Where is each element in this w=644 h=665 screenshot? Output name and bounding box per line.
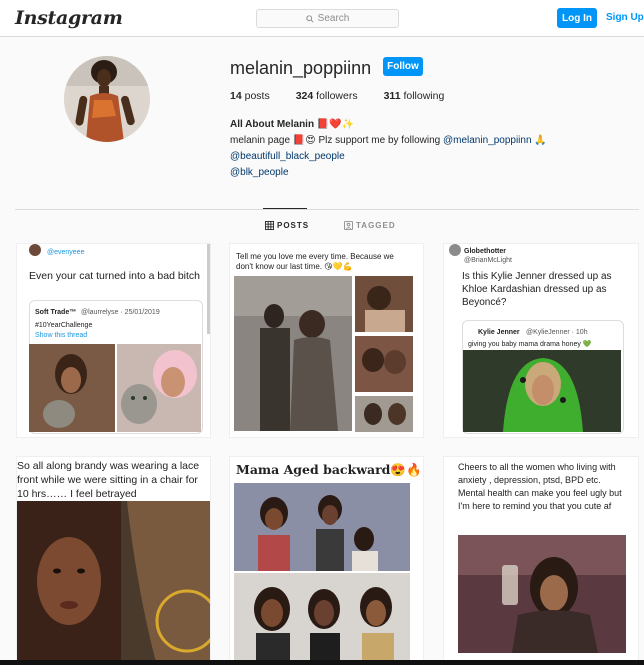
follow-button[interactable]: Follow xyxy=(383,57,423,76)
tag-icon xyxy=(344,221,353,230)
bio-line: melanin page 📕😍 Plz support me by follow… xyxy=(230,135,547,146)
profile-avatar xyxy=(64,56,150,142)
search-placeholder: Search xyxy=(317,13,350,24)
avatar xyxy=(29,244,41,256)
post-thumbnail[interactable]: Mama Aged backward😍🔥 xyxy=(229,456,424,665)
top-navigation-bar: Instagram Search Log In Sign Up xyxy=(0,0,644,37)
instagram-logo[interactable]: Instagram xyxy=(15,7,123,29)
photo xyxy=(234,483,410,571)
search-icon xyxy=(305,14,314,23)
tab-tagged[interactable]: TAGGED xyxy=(344,221,396,230)
login-button[interactable]: Log In xyxy=(557,8,597,28)
photo xyxy=(458,535,626,653)
following-count[interactable]: 311 following xyxy=(384,90,445,102)
active-tab-indicator xyxy=(263,208,307,209)
search-input[interactable]: Search xyxy=(256,9,399,28)
post-thumbnail[interactable]: Tell me you love me every time. Because … xyxy=(229,243,424,438)
bio-mention-link[interactable]: @melanin_poppiinn xyxy=(443,135,532,146)
photo xyxy=(234,573,410,664)
avatar xyxy=(449,244,461,256)
bio-mention-link[interactable]: @blk_people xyxy=(230,167,289,178)
profile-bio: All About Melanin 📕❤️✨ melanin page 📕😍 P… xyxy=(230,117,610,181)
tab-posts[interactable]: POSTS xyxy=(265,221,309,230)
photo xyxy=(355,396,413,432)
signup-link[interactable]: Sign Up xyxy=(606,12,644,23)
bottom-bar xyxy=(0,660,644,665)
bio-mention-link[interactable]: @beautifull_black_people xyxy=(230,151,345,162)
post-thumbnail[interactable]: So all along brandy was wearing a lace f… xyxy=(16,456,211,665)
bio-name: All About Melanin 📕❤️✨ xyxy=(230,119,355,130)
photo xyxy=(234,276,352,431)
photo xyxy=(355,336,413,392)
photo xyxy=(29,344,115,432)
post-thumbnail[interactable]: Globethotter @BrianMcLight Is this Kylie… xyxy=(443,243,639,438)
photo xyxy=(355,276,413,332)
followers-count[interactable]: 324 followers xyxy=(296,90,358,102)
grid-icon xyxy=(265,221,274,230)
photo xyxy=(463,350,621,432)
photo xyxy=(117,344,201,432)
tabs-divider xyxy=(15,209,639,210)
profile-stats: 14 posts 324 followers 311 following xyxy=(230,90,470,102)
posts-count: 14 posts xyxy=(230,90,270,102)
scrollbar xyxy=(207,244,210,334)
post-thumbnail[interactable]: @evenyeee Even your cat turned into a ba… xyxy=(16,243,211,438)
profile-username: melanin_poppiinn xyxy=(230,58,372,78)
photo xyxy=(17,501,210,664)
post-thumbnail[interactable]: Cheers to all the women who living with … xyxy=(443,456,639,665)
